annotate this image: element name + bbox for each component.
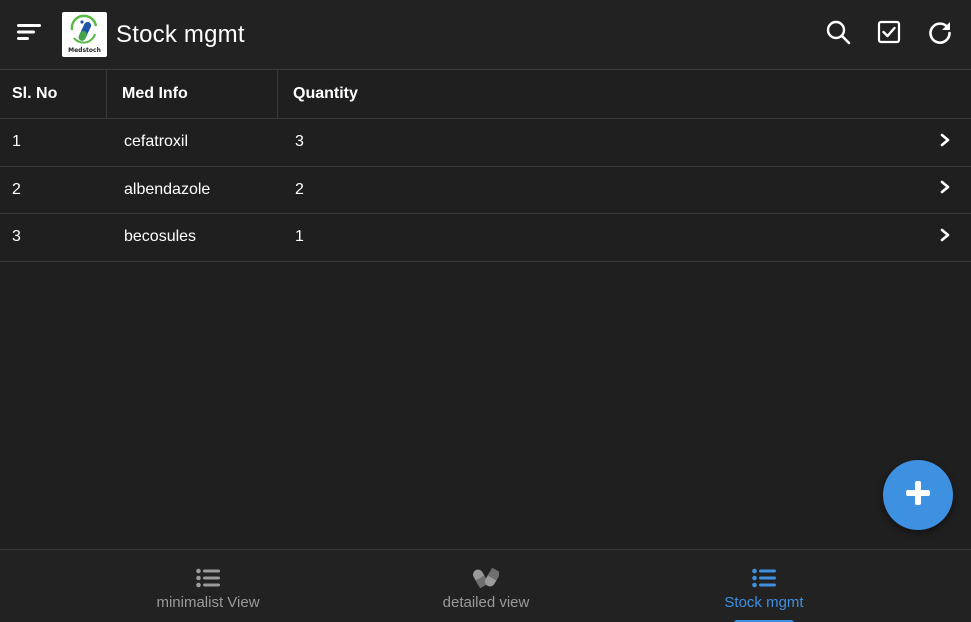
add-stock-button[interactable]: [883, 460, 953, 530]
app-logo: Medstoch: [62, 12, 107, 57]
logo-text: Medstoch: [68, 47, 101, 54]
bottom-navigation: minimalist View detailed view Stock mgmt: [0, 549, 971, 622]
cell-sl-no: 2: [12, 180, 21, 198]
cell-sl-no: 1: [12, 133, 21, 151]
cell-quantity: 3: [295, 133, 304, 151]
row-expand-button[interactable]: [918, 133, 971, 152]
cell-med-info: cefatroxil: [124, 133, 189, 151]
search-icon: [825, 19, 851, 50]
row-expand-button[interactable]: [918, 180, 971, 199]
table-row[interactable]: 3 becosules 1: [0, 214, 971, 262]
cell-sl-no: 3: [12, 228, 21, 246]
table-header: Sl. No Med Info Quantity: [0, 70, 971, 119]
list-icon: [196, 566, 220, 590]
list-icon: [752, 566, 776, 590]
tab-label: detailed view: [442, 594, 530, 611]
checkbox-icon: [877, 20, 901, 49]
tab-label: minimalist View: [156, 594, 260, 611]
table-row[interactable]: 2 albendazole 2: [0, 167, 971, 214]
column-header-quantity[interactable]: Quantity: [278, 70, 971, 118]
tab-minimalist-view[interactable]: minimalist View: [138, 550, 278, 622]
tab-label: Stock mgmt: [724, 594, 804, 611]
column-header-med-info[interactable]: Med Info: [107, 70, 278, 118]
column-header-sl-no[interactable]: Sl. No: [0, 70, 107, 118]
tab-stock-mgmt[interactable]: Stock mgmt: [704, 550, 824, 622]
tab-detailed-view[interactable]: detailed view: [426, 550, 546, 622]
chevron-right-icon: [939, 228, 951, 247]
app-root: Medstoch Stock mgmt Sl. No Med Info Quan…: [0, 0, 971, 622]
cell-med-info: albendazole: [124, 180, 211, 198]
refresh-button[interactable]: [914, 10, 965, 60]
menu-icon: [17, 22, 41, 47]
pills-icon: [473, 566, 499, 590]
cell-med-info: becosules: [124, 228, 197, 246]
menu-button[interactable]: [0, 0, 58, 70]
refresh-icon: [927, 19, 953, 50]
page-title: Stock mgmt: [116, 20, 245, 48]
row-expand-button[interactable]: [918, 228, 971, 247]
top-actions: [812, 10, 965, 60]
top-app-bar: Medstoch Stock mgmt: [0, 0, 971, 70]
table-row[interactable]: 1 cefatroxil 3: [0, 119, 971, 167]
select-all-button[interactable]: [863, 10, 914, 60]
chevron-right-icon: [939, 133, 951, 152]
plus-icon: [903, 478, 933, 513]
search-button[interactable]: [812, 10, 863, 60]
stock-table: Sl. No Med Info Quantity 1 cefatroxil 3 …: [0, 70, 971, 262]
chevron-right-icon: [939, 180, 951, 199]
cell-quantity: 1: [295, 228, 304, 246]
cell-quantity: 2: [295, 180, 304, 198]
